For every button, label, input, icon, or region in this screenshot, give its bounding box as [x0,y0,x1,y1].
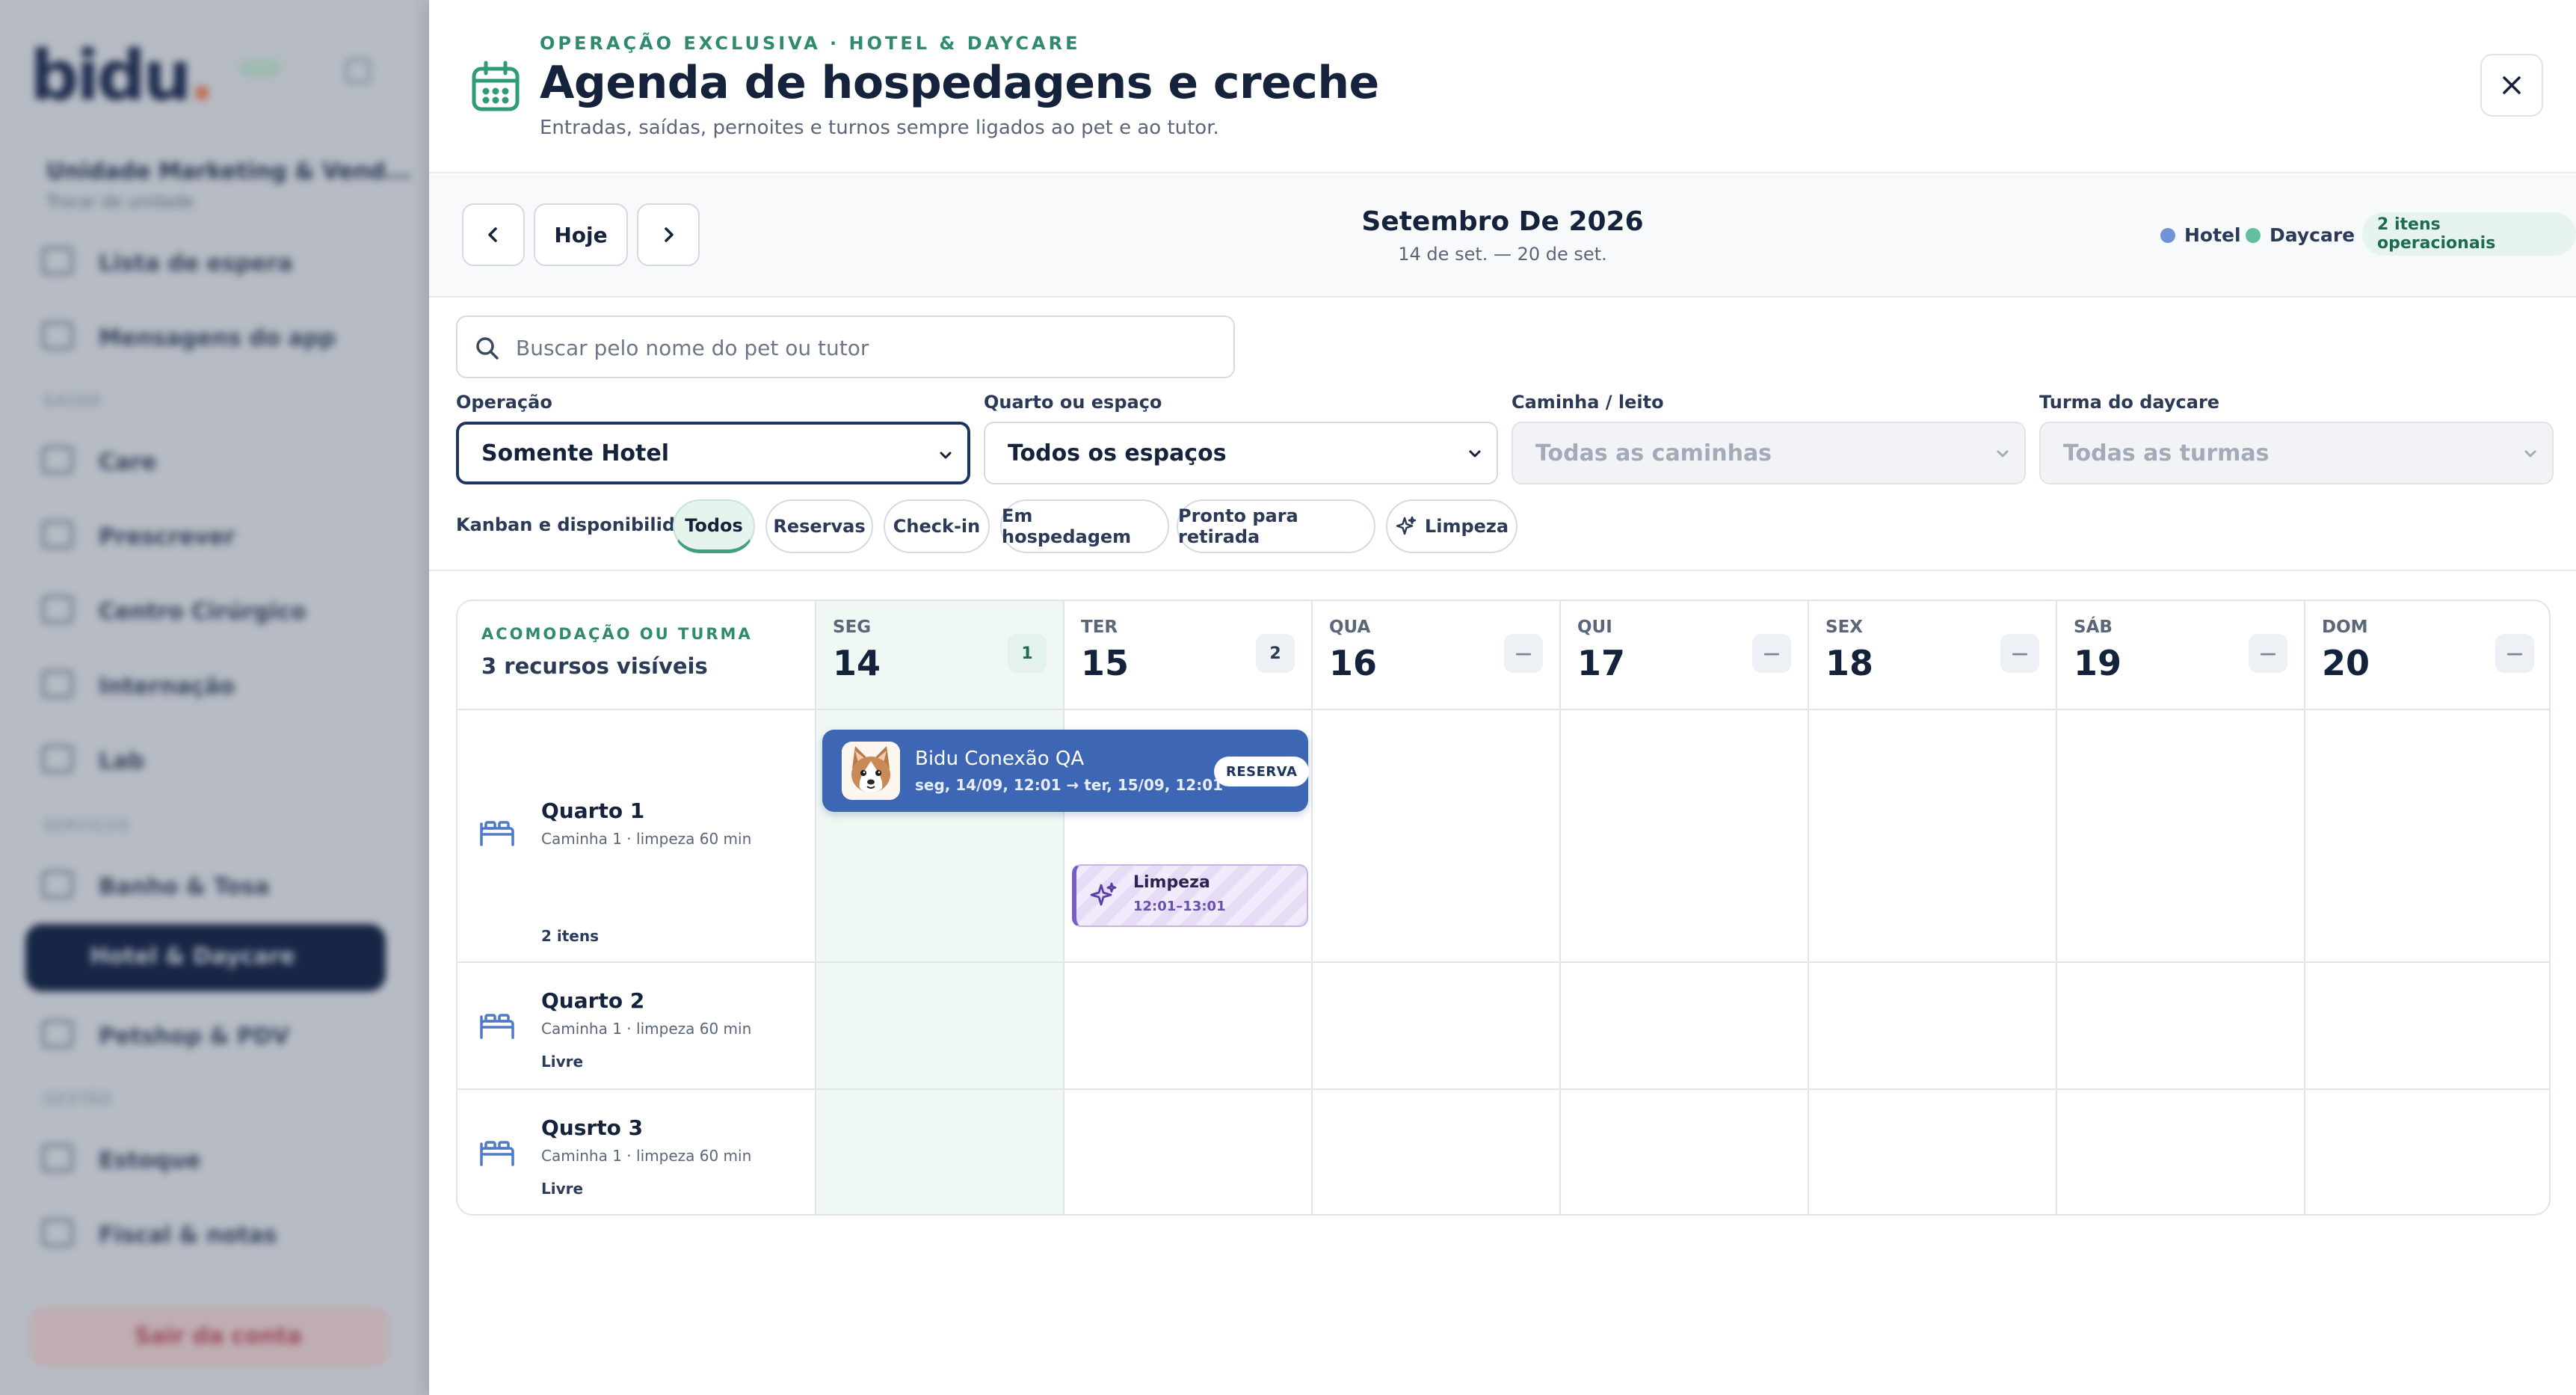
day-count-badge: — [1504,634,1543,673]
chip-em-hospedagem[interactable]: Em hospedagem [1000,499,1169,553]
close-button[interactable] [2480,54,2543,117]
day-header-mon[interactable]: SEG 14 1 [816,601,1064,710]
eyebrow: OPERAÇÃO EXCLUSIVA · HOTEL & DAYCARE [540,33,1081,54]
resource-header[interactable]: Qusrto 3 Caminha 1 · limpeza 60 min Livr… [457,1090,816,1214]
cleaning-event[interactable]: Limpeza 12:01–13:01 [1072,864,1308,927]
sparkle-icon [1090,882,1117,906]
hotel-dot-icon [2160,227,2175,243]
day-cell[interactable] [2305,1090,2549,1214]
booking-time: seg, 14/09, 12:01 → ter, 15/09, 12:01 [915,776,1224,794]
day-count-badge: 2 [1256,634,1295,673]
resource-row-quarto-1: Quarto 1 Caminha 1 · limpeza 60 min 2 it… [457,710,2549,963]
week-range: 14 de set. — 20 de set. [1398,244,1607,265]
cleaning-time: 12:01–13:01 [1133,899,1226,914]
bed-icon [480,1014,514,1039]
calendar-grid: ACOMODAÇÃO OU TURMA 3 recursos visíveis … [456,600,2551,1216]
bed-icon [480,1141,514,1166]
chevron-down-icon [940,452,952,459]
day-header-tue[interactable]: TER 15 2 [1064,601,1313,710]
chip-limpeza[interactable]: Limpeza [1386,499,1517,553]
filters-area: Operação Somente Hotel Quarto ou espaço … [429,299,2576,571]
day-count-badge: — [2249,634,2287,673]
legend-hotel: Hotel [2160,224,2241,246]
chip-reservas[interactable]: Reservas [765,499,873,553]
ops-count-badge: 2 itens operacionais [2362,212,2576,256]
day-header-sun[interactable]: DOM 20 — [2305,601,2549,710]
bed-label: Caminha / leito [1512,392,1664,413]
chip-checkin[interactable]: Check-in [884,499,990,553]
day-cell[interactable] [1561,963,1809,1088]
chip-todos[interactable]: Todos [673,499,755,553]
day-cell[interactable] [1064,963,1313,1088]
cleaning-title: Limpeza [1133,873,1210,892]
chevron-down-icon [2524,450,2536,458]
operation-label: Operação [456,392,552,413]
room-status: Livre [541,1053,584,1071]
room-label: Quarto ou espaço [984,392,1162,413]
schedule-drawer: OPERAÇÃO EXCLUSIVA · HOTEL & DAYCARE Age… [429,0,2576,1395]
resource-column-label: ACOMODAÇÃO OU TURMA [481,625,753,643]
day-cell[interactable] [1809,1090,2057,1214]
day-header-sat[interactable]: SÁB 19 — [2057,601,2305,710]
bed-icon [480,821,514,846]
day-count-badge: — [1752,634,1791,673]
page-title: Agenda de hospedagens e creche [540,57,1379,109]
chip-pronto-retirada[interactable]: Pronto para retirada [1177,499,1375,553]
operation-select[interactable]: Somente Hotel [456,422,970,484]
booking-status-tag: RESERVA [1214,757,1310,786]
resource-header[interactable]: Quarto 2 Caminha 1 · limpeza 60 min Livr… [457,963,816,1088]
resource-row-quarto-2: Quarto 2 Caminha 1 · limpeza 60 min Livr… [457,963,2549,1090]
grid-corner: ACOMODAÇÃO OU TURMA 3 recursos visíveis [457,601,816,710]
day-cell[interactable] [1313,963,1561,1088]
page-subtitle: Entradas, saídas, pernoites e turnos sem… [540,117,1219,139]
sparkle-icon [1396,516,1417,535]
day-cell[interactable] [1313,710,1561,961]
day-header-wed[interactable]: QUA 16 — [1313,601,1561,710]
legend-daycare: Daycare [2246,224,2355,246]
pet-avatar [842,742,900,800]
group-label: Turma do daycare [2039,392,2220,413]
daycare-dot-icon [2246,227,2261,243]
day-header-thu[interactable]: QUI 17 — [1561,601,1809,710]
day-cell[interactable] [1809,710,2057,961]
day-cell[interactable] [1561,1090,1809,1214]
calendar-toolbar: Hoje Setembro De 2026 14 de set. — 20 de… [429,175,2576,298]
day-count-badge: — [2495,634,2534,673]
day-count-badge: — [2000,634,2039,673]
day-count-badge: 1 [1008,634,1047,673]
room-status: 2 itens [541,927,600,945]
calendar-icon [472,61,520,111]
day-cell[interactable] [2057,710,2305,961]
dog-avatar-icon [842,742,900,800]
day-cell[interactable] [1561,710,1809,961]
room-select[interactable]: Todos os espaços [984,422,1498,484]
day-cell[interactable] [816,963,1064,1088]
day-header-fri[interactable]: SEX 18 — [1809,601,2057,710]
day-cell[interactable] [2057,1090,2305,1214]
resource-header[interactable]: Quarto 1 Caminha 1 · limpeza 60 min 2 it… [457,710,816,961]
day-cell[interactable] [1064,1090,1313,1214]
search-icon [476,337,499,360]
bed-select[interactable]: Todas as caminhas [1512,422,2026,484]
day-cell[interactable] [2057,963,2305,1088]
day-cell[interactable] [2305,710,2549,961]
drawer-header: OPERAÇÃO EXCLUSIVA · HOTEL & DAYCARE Age… [429,0,2576,173]
search-input[interactable] [516,327,1218,368]
chevron-down-icon [1997,450,2009,458]
day-cell[interactable] [816,1090,1064,1214]
booking-pet-name: Bidu Conexão QA [915,748,1085,770]
close-icon [2503,76,2521,94]
day-cell[interactable] [1809,963,2057,1088]
day-cell[interactable] [1313,1090,1561,1214]
chevron-down-icon [1469,450,1481,458]
day-cell[interactable] [2305,963,2549,1088]
background-sidebar: bidu. Unidade Marketing & Vend... Trocar… [0,0,429,1395]
resource-row-quarto-3: Qusrto 3 Caminha 1 · limpeza 60 min Livr… [457,1090,2549,1214]
booking-event[interactable]: Bidu Conexão QA seg, 14/09, 12:01 → ter,… [822,730,1310,812]
group-select[interactable]: Todas as turmas [2039,422,2554,484]
search-box[interactable] [456,315,1235,378]
resource-count: 3 recursos visíveis [481,653,708,679]
room-status: Livre [541,1180,584,1198]
